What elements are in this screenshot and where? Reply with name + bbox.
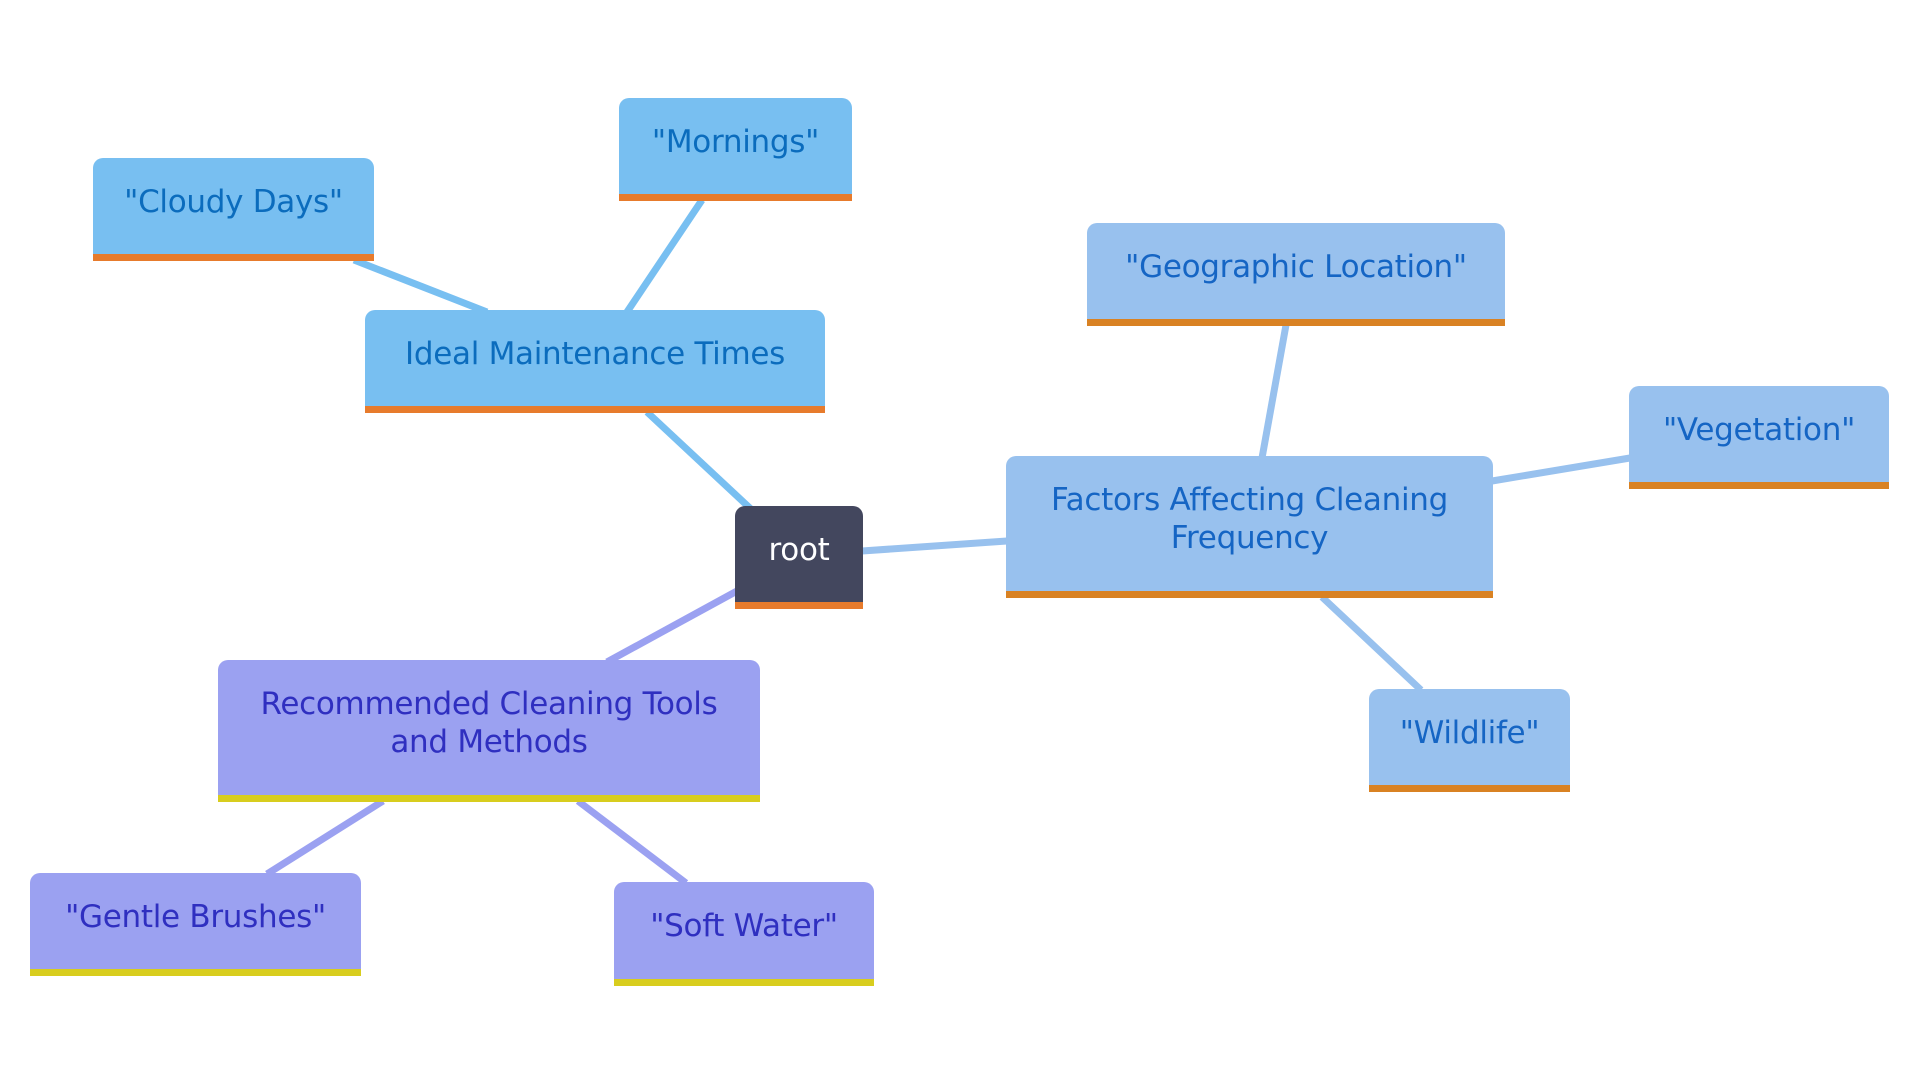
node-label: root xyxy=(768,531,830,568)
node-label: "Mornings" xyxy=(651,123,820,160)
edge-root-ideal xyxy=(644,409,755,513)
node-label: "Soft Water" xyxy=(650,908,838,944)
edge-factors-geo xyxy=(1258,324,1290,459)
node-label: "Gentle Brushes" xyxy=(65,898,326,935)
edge-factors-veg xyxy=(1491,454,1631,485)
node-label: Factors Affecting Cleaning Frequency xyxy=(1050,482,1448,556)
node-label: "Wildlife" xyxy=(1399,714,1540,751)
node-label: "Cloudy Days" xyxy=(124,183,343,220)
node-root[interactable]: root xyxy=(735,506,863,609)
edge-ideal-mornings xyxy=(624,198,705,314)
node-recommended-cleaning-tools[interactable]: Recommended Cleaning Tools and Methods xyxy=(218,660,760,802)
node-wildlife[interactable]: "Wildlife" xyxy=(1369,689,1570,792)
node-gentle-brushes[interactable]: "Gentle Brushes" xyxy=(30,873,361,976)
edge-factors-wild xyxy=(1319,594,1424,693)
node-vegetation[interactable]: "Vegetation" xyxy=(1629,386,1889,489)
node-ideal-maintenance-times[interactable]: Ideal Maintenance Times xyxy=(365,310,825,413)
edge-root-factors xyxy=(861,537,1008,555)
edge-rec-soft xyxy=(575,798,689,886)
node-cloudy-days[interactable]: "Cloudy Days" xyxy=(93,158,374,261)
node-label: "Vegetation" xyxy=(1662,411,1856,448)
node-geographic-location[interactable]: "Geographic Location" xyxy=(1087,223,1505,326)
edge-root-rec xyxy=(605,587,739,666)
node-label: "Geographic Location" xyxy=(1125,248,1467,285)
node-label: Ideal Maintenance Times xyxy=(405,335,785,372)
node-factors-affecting-cleaning-frequency[interactable]: Factors Affecting Cleaning Frequency xyxy=(1006,456,1493,598)
node-mornings[interactable]: "Mornings" xyxy=(619,98,852,201)
edge-ideal-cloudy xyxy=(352,256,489,316)
node-label: Recommended Cleaning Tools and Methods xyxy=(260,686,718,760)
node-soft-water[interactable]: "Soft Water" xyxy=(614,882,874,986)
edge-rec-gentle xyxy=(265,798,385,877)
